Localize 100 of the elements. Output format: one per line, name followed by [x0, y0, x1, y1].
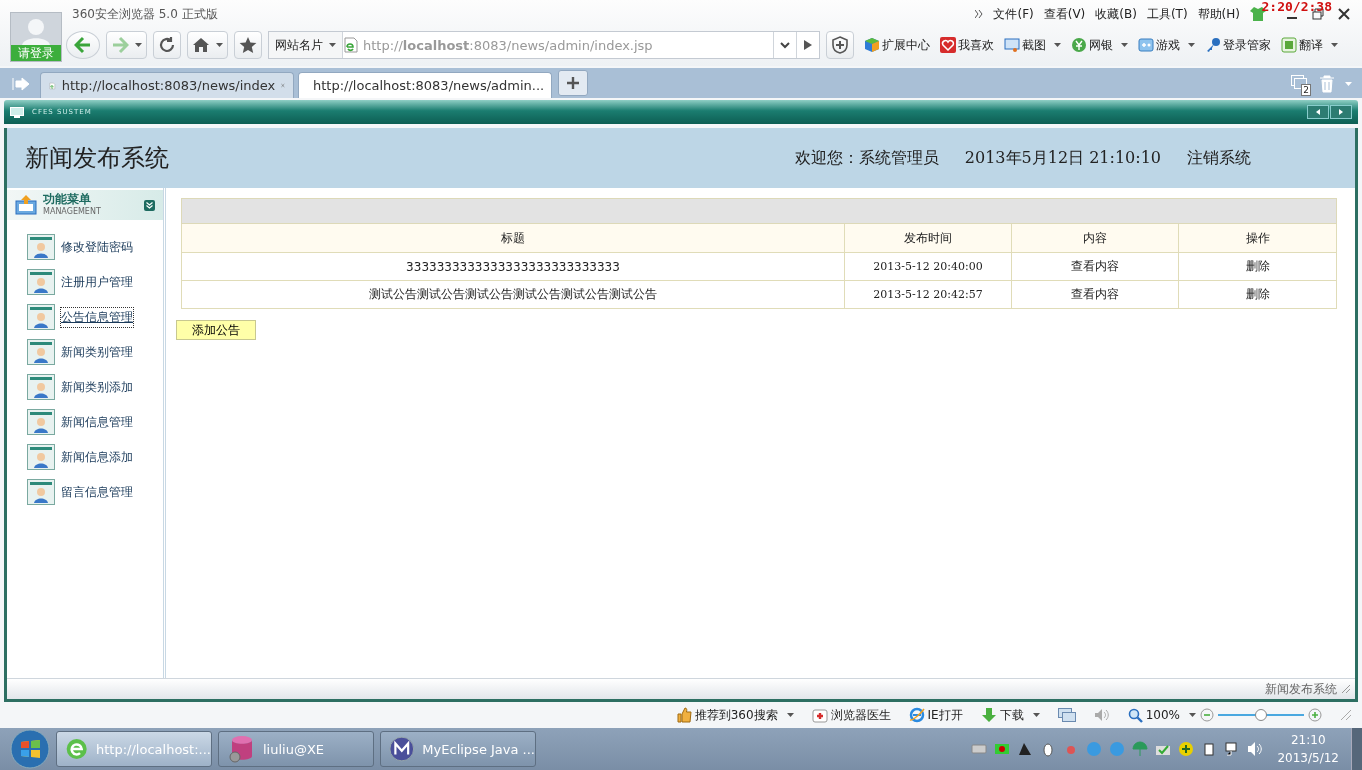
arrow-right-icon — [1339, 109, 1343, 115]
caret-icon — [1032, 713, 1040, 717]
medical-kit-icon — [811, 707, 828, 723]
menu-item[interactable]: 新闻类别管理 — [61, 342, 133, 362]
user-silhouette-icon — [22, 17, 50, 45]
caret-icon[interactable] — [1345, 82, 1352, 86]
window-title: 360安全浏览器 5.0 正式版 — [72, 5, 218, 23]
user-card-icon — [27, 444, 55, 470]
zoom-out-icon[interactable] — [1200, 708, 1214, 722]
menu-item[interactable]: 帮助(H) — [1197, 5, 1240, 23]
chevrons-icon — [975, 10, 984, 18]
app-title: 新闻发布系统 — [25, 143, 169, 174]
scroll-right-button[interactable] — [1330, 105, 1352, 119]
zoom-in-icon[interactable] — [1308, 708, 1322, 722]
caret-icon — [1121, 43, 1128, 47]
menu-item[interactable]: 注册用户管理 — [61, 272, 133, 292]
user-card-icon — [27, 269, 55, 295]
plus-circle-icon[interactable] — [1178, 741, 1195, 757]
play-icon — [804, 40, 812, 50]
caret-icon — [1188, 43, 1195, 47]
caret-icon — [135, 43, 142, 47]
ie-logo-icon — [908, 707, 925, 723]
status-item[interactable]: 浏览器医生 — [811, 706, 891, 724]
forward-button[interactable] — [106, 31, 147, 59]
caret-icon — [329, 43, 336, 47]
add-notice-button[interactable]: 添加公告 — [176, 320, 256, 340]
menu-item[interactable]: 新闻信息管理 — [61, 412, 133, 432]
toolbar-item[interactable]: 扩展中心 — [864, 36, 930, 54]
column-header: 标题 — [181, 223, 845, 253]
toolbar-item[interactable]: 截图 — [1004, 36, 1061, 54]
caret-icon — [786, 713, 794, 717]
view-content-link[interactable]: 查看内容 — [1011, 252, 1179, 281]
menu-item[interactable]: 新闻类别添加 — [61, 377, 133, 397]
toolbar-item[interactable]: 我喜欢 — [940, 36, 994, 54]
address-bar[interactable]: 网站名片 http://localhost:8083/news/admin/index.jsp — [268, 31, 820, 59]
back-arrow-icon — [74, 36, 92, 54]
start-orb-icon[interactable] — [10, 729, 50, 769]
new-tab-button[interactable] — [558, 70, 588, 96]
toolbar-item[interactable]: 翻译 — [1281, 36, 1338, 54]
menu-item[interactable]: 新闻信息添加 — [61, 447, 133, 467]
coin-icon — [1071, 37, 1087, 53]
forward-icon — [111, 36, 129, 54]
logout-link[interactable]: 注销系统 — [1187, 147, 1251, 169]
collapse-icon[interactable] — [144, 199, 155, 211]
shield-button[interactable] — [826, 31, 854, 59]
menu-item[interactable]: 文件(F) — [993, 5, 1034, 23]
trash-icon[interactable] — [1319, 75, 1335, 93]
speaker-icon[interactable] — [1093, 708, 1110, 722]
site-card-button[interactable]: 网站名片 — [269, 32, 343, 58]
browser-tab[interactable]: http://localhost:8083/news/index — [40, 72, 294, 98]
slider-thumb[interactable] — [1255, 709, 1267, 721]
menu-item[interactable]: 公告信息管理 — [61, 307, 133, 327]
browser-tab[interactable]: http://localhost:8083/news/admin... — [298, 72, 552, 98]
status-item[interactable]: 下载 — [980, 706, 1040, 724]
delete-link[interactable]: 删除 — [1178, 252, 1337, 281]
menu-item[interactable]: 查看(V) — [1043, 5, 1086, 23]
window-count-button[interactable]: 2 — [1291, 75, 1309, 93]
refresh-icon — [158, 36, 176, 54]
table-cell: 2013-5-12 20:42:57 — [844, 280, 1012, 309]
status-item[interactable]: IE打开 — [908, 706, 963, 724]
zoom-level[interactable]: 100% — [1127, 707, 1196, 723]
toolbar-item[interactable]: 游戏 — [1138, 36, 1195, 54]
table-cell: 3333333333333333333333333333 — [181, 252, 845, 281]
view-content-link[interactable]: 查看内容 — [1011, 280, 1179, 309]
home-button[interactable] — [187, 31, 228, 59]
menu-item[interactable]: 收藏(B) — [1095, 5, 1137, 23]
chevron-down-icon — [780, 41, 790, 49]
menu-item[interactable]: 留言信息管理 — [61, 482, 133, 502]
sidebar-toggle-icon[interactable] — [12, 77, 30, 91]
menu-subtitle: MANAGEMENT — [43, 206, 101, 217]
show-desktop-button[interactable] — [1351, 728, 1362, 770]
user-card-icon — [27, 339, 55, 365]
resize-grip-icon — [1340, 709, 1352, 721]
delete-link[interactable]: 删除 — [1178, 280, 1337, 309]
close-icon[interactable] — [1338, 8, 1350, 20]
menu-item[interactable]: 修改登陆密码 — [61, 237, 133, 257]
user-card-icon — [27, 234, 55, 260]
caret-icon — [1189, 713, 1196, 717]
folder-upload-icon — [15, 195, 37, 215]
toolbar-item[interactable]: 网银 — [1071, 36, 1128, 54]
table-cell: 测试公告测试公告测试公告测试公告测试公告测试公告 — [181, 280, 845, 309]
timer-text: 2:20/2:38 — [1261, 0, 1332, 14]
scroll-left-button[interactable] — [1307, 105, 1329, 119]
zoom-slider[interactable] — [1218, 708, 1304, 722]
plus-icon — [567, 77, 579, 89]
refresh-button[interactable] — [153, 31, 181, 59]
toolbar-item[interactable]: 登录管家 — [1205, 36, 1271, 54]
m-logo-icon — [389, 735, 417, 763]
windows-icon[interactable] — [1057, 708, 1076, 722]
gamepad-icon — [1138, 37, 1154, 53]
status-item[interactable]: 推荐到360搜索 — [675, 706, 794, 724]
speaker-icon[interactable] — [1247, 741, 1264, 757]
url-text: http://localhost:8083/news/admin/index.jsp — [363, 37, 653, 53]
back-button[interactable] — [66, 31, 100, 59]
keyboard-icon[interactable] — [971, 741, 988, 757]
magnifier-icon — [1127, 707, 1143, 723]
menu-item[interactable]: 工具(T) — [1146, 5, 1188, 23]
shield-icon — [831, 36, 849, 54]
user-card-icon — [27, 479, 55, 505]
star-button[interactable] — [234, 31, 262, 59]
